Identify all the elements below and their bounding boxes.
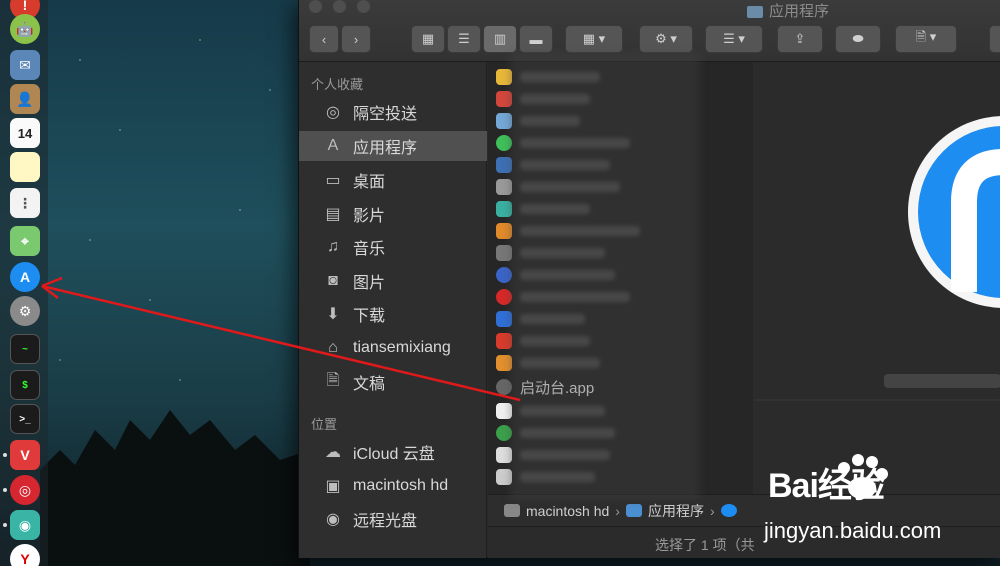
baidu-watermark: Bai经验 jingyan.baidu.com [752, 452, 982, 556]
watermark-url: jingyan.baidu.com [764, 518, 942, 543]
watermark-logo: Bai经验 [768, 467, 885, 505]
